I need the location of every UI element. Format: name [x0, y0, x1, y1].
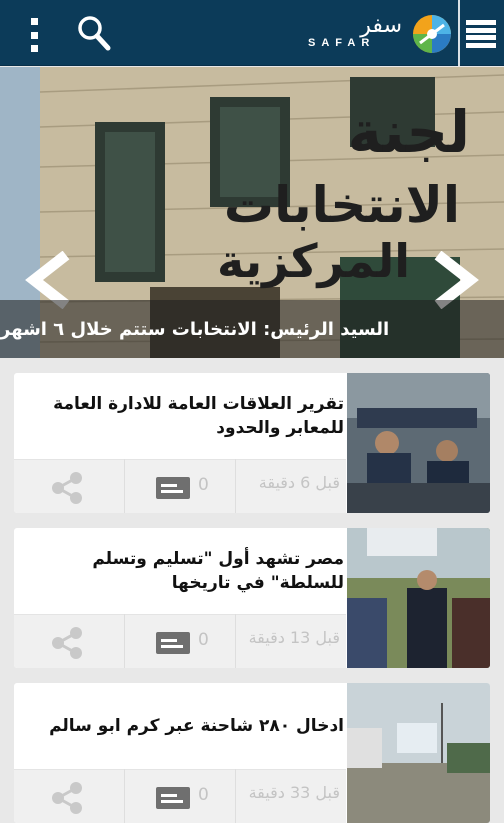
article-time: قبل 6 دقيقة: [258, 473, 340, 492]
footer-divider: [235, 614, 236, 668]
footer-divider: [235, 769, 236, 823]
comment-icon[interactable]: [156, 787, 190, 809]
menu-divider: [458, 0, 460, 66]
footer-divider: [124, 769, 125, 823]
share-icon[interactable]: [50, 626, 84, 660]
article-title[interactable]: مصر تشهد أول "تسليم وتسلم للسلطة" في تار…: [26, 528, 344, 614]
article-thumbnail[interactable]: [347, 683, 490, 823]
globe-logo-icon: [413, 15, 451, 53]
footer-divider: [235, 459, 236, 513]
footer-divider: [124, 614, 125, 668]
sign-line-3: المركزية: [217, 234, 410, 288]
top-app-bar: سفر SAFAR: [0, 0, 504, 66]
comment-count: 0: [198, 475, 209, 495]
footer-divider: [124, 459, 125, 513]
app-logo: سفر SAFAR: [306, 13, 454, 55]
more-options-icon[interactable]: [22, 18, 46, 52]
comment-icon[interactable]: [156, 632, 190, 654]
comment-count: 0: [198, 785, 209, 805]
logo-arabic-text: سفر: [360, 13, 402, 38]
article-thumbnail[interactable]: [347, 528, 490, 668]
article-card[interactable]: تقرير العلاقات العامة للادارة العامة للم…: [14, 373, 490, 513]
article-title[interactable]: تقرير العلاقات العامة للادارة العامة للم…: [26, 373, 344, 459]
share-icon[interactable]: [50, 781, 84, 815]
article-thumbnail[interactable]: [347, 373, 490, 513]
sign-line-2: الانتخابات: [224, 176, 460, 234]
search-icon[interactable]: [76, 14, 112, 52]
hamburger-menu-icon[interactable]: [466, 20, 496, 48]
article-card[interactable]: ادخال ٢٨٠ شاحنة عبر كرم ابو سالم 0 قبل 3…: [14, 683, 490, 823]
article-card[interactable]: مصر تشهد أول "تسليم وتسلم للسلطة" في تار…: [14, 528, 490, 668]
comment-count: 0: [198, 630, 209, 650]
comment-icon[interactable]: [156, 477, 190, 499]
article-time: قبل 33 دقيقة: [248, 783, 340, 802]
hero-caption[interactable]: السيد الرئيس: الانتخابات ستتم خلال ٦ اشه…: [0, 300, 504, 358]
article-title[interactable]: ادخال ٢٨٠ شاحنة عبر كرم ابو سالم: [26, 683, 344, 769]
share-icon[interactable]: [50, 471, 84, 505]
article-time: قبل 13 دقيقة: [248, 628, 340, 647]
sign-line-1: لجنة: [348, 98, 470, 166]
logo-latin-text: SAFAR: [308, 37, 376, 49]
